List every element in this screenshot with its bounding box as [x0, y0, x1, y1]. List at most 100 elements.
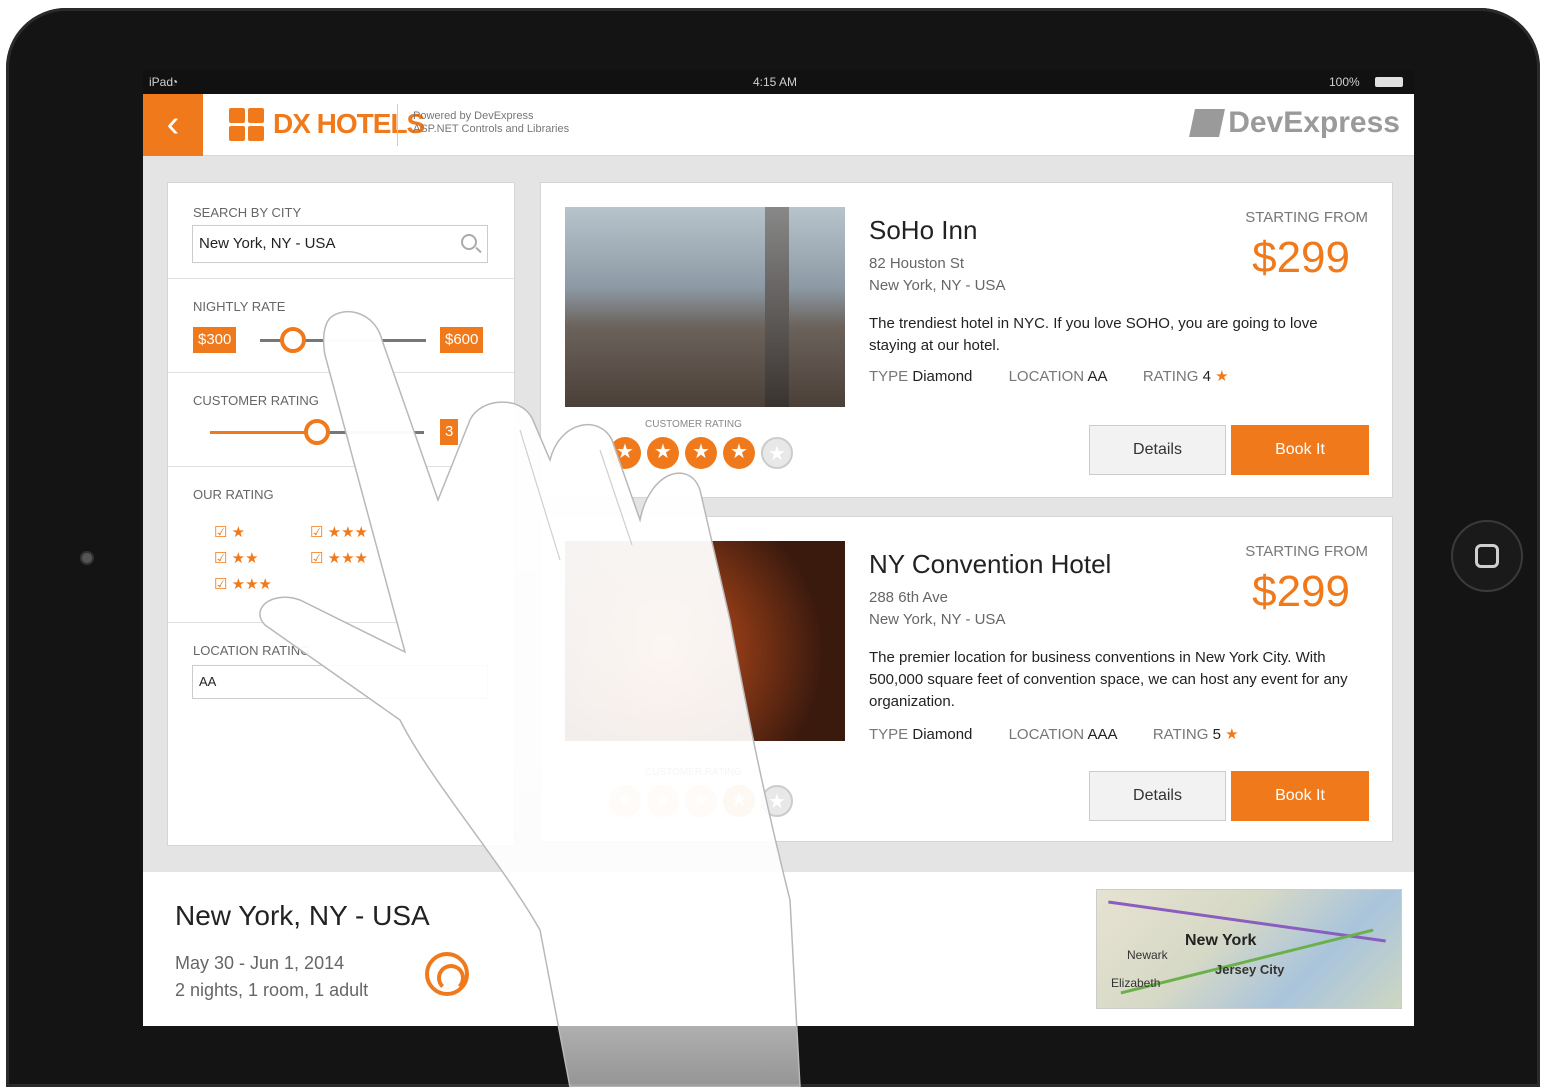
map-thumbnail[interactable]: New York Jersey City Newark Elizabeth	[1096, 889, 1402, 1009]
hotel-price: $299	[1252, 567, 1350, 616]
our-rating-section: OUR RATING ☑ ★ ☑ ★★ ☑ ★★★ ☑ ★★★ ☑ ★★★	[168, 467, 514, 623]
map-label: New York	[1185, 932, 1257, 949]
status-bar: iPad ◔ 4:15 AM 100%	[143, 70, 1414, 94]
customer-rating-handle[interactable]	[304, 419, 330, 445]
header-divider	[397, 104, 398, 146]
home-button-icon[interactable]	[1451, 520, 1523, 592]
powered-line-2: ASP.NET Controls and Libraries	[413, 123, 570, 135]
our-rating-option-3[interactable]: ☑ ★★★	[214, 575, 272, 593]
book-button[interactable]: Book It	[1231, 771, 1369, 821]
type-label: TYPE	[869, 368, 909, 385]
nightly-rate-label: NIGHTLY RATE	[193, 299, 286, 314]
trip-summary: New York, NY - USA May 30 - Jun 1, 2014 …	[143, 872, 1414, 1026]
hotel-meta: TYPE Diamond LOCATION AAA RATING 5 ★	[869, 725, 1239, 743]
hotel-name[interactable]: SoHo Inn	[869, 215, 977, 246]
filter-panel: SEARCH BY CITY New York, NY - USA NIGHTL…	[167, 182, 515, 846]
our-rating-label: OUR RATING	[193, 487, 274, 502]
customer-rating-badge: 3	[440, 419, 459, 445]
map-label: Elizabeth	[1111, 976, 1161, 990]
book-button[interactable]: Book It	[1231, 425, 1369, 475]
type-value: Diamond	[912, 368, 973, 385]
type-value: Diamond	[912, 726, 973, 743]
location-value: AA	[1087, 368, 1107, 385]
star-icon: ★★★	[327, 524, 368, 541]
customer-rating-track[interactable]	[318, 431, 424, 434]
our-rating-option-2[interactable]: ☑ ★★	[214, 549, 259, 567]
map-label: Newark	[1127, 948, 1168, 962]
rating-label: RATING	[1152, 726, 1209, 743]
starting-from-label: STARTING FROM	[1245, 543, 1368, 560]
search-icon[interactable]	[461, 234, 477, 250]
details-button[interactable]: Details	[1089, 771, 1226, 821]
star-icon: ★	[647, 437, 679, 469]
star-icon: ★	[609, 437, 641, 469]
hotel-card: CUSTOMER RATING ★ ★ ★ ★ ★ NY Convention …	[540, 516, 1393, 842]
trip-details: May 30 - Jun 1, 2014 2 nights, 1 room, 1…	[175, 950, 368, 1004]
star-empty-icon: ★	[761, 437, 793, 469]
back-button[interactable]: ‹	[143, 94, 203, 156]
partner-logo: DevExpress	[1189, 106, 1400, 140]
search-label: SEARCH BY CITY	[193, 205, 302, 220]
search-input[interactable]: New York, NY - USA	[192, 225, 488, 263]
hotel-address: 82 Houston St New York, NY - USA	[869, 253, 1005, 297]
hotel-meta: TYPE Diamond LOCATION AA RATING 4 ★	[869, 367, 1229, 385]
hotel-street: 82 Houston St	[869, 255, 965, 272]
customer-rating-track-filled[interactable]	[210, 431, 318, 434]
type-label: TYPE	[869, 726, 909, 743]
trip-guests: 2 nights, 1 room, 1 adult	[175, 980, 369, 1000]
camera-icon	[80, 551, 94, 565]
brand-name: DX HOTELS	[273, 108, 425, 139]
location-value: AAA	[1087, 726, 1117, 743]
hotel-name[interactable]: NY Convention Hotel	[869, 549, 1111, 580]
powered-line-1: Powered by DevExpress	[413, 110, 534, 122]
partner-name: DevExpress	[1228, 106, 1400, 139]
logo-icon	[229, 108, 265, 142]
hotel-street: 288 6th Ave	[869, 589, 948, 606]
star-empty-icon: ★	[761, 785, 793, 817]
star-icon: ★	[231, 524, 246, 541]
star-icon: ★	[1215, 368, 1229, 385]
star-icon: ★★★	[231, 576, 272, 593]
location-label: LOCATION	[1008, 368, 1085, 385]
hotel-photo[interactable]	[565, 541, 845, 741]
starting-from-label: STARTING FROM	[1245, 209, 1368, 226]
hotel-description: The premier location for business conven…	[869, 649, 1348, 710]
reset-icon[interactable]	[425, 952, 469, 996]
rating-value: 4	[1202, 368, 1211, 385]
nightly-rate-section: NIGHTLY RATE $300 $600	[168, 279, 514, 373]
location-label: LOCATION	[1008, 726, 1085, 743]
location-rating-value: AA	[199, 674, 217, 689]
our-rating-option-4[interactable]: ☑ ★★★	[310, 523, 368, 541]
devexpress-logo-icon	[1189, 109, 1226, 137]
trip-city: New York, NY - USA	[175, 900, 430, 931]
app-header: ‹ DX HOTELS Powered by DevExpress ASP.NE…	[143, 94, 1414, 156]
details-button[interactable]: Details	[1089, 425, 1226, 475]
star-icon: ★★	[231, 550, 259, 567]
battery-icon	[1375, 77, 1403, 87]
trip-dates: May 30 - Jun 1, 2014	[175, 953, 345, 973]
rate-max-badge: $600	[440, 327, 484, 353]
customer-rating-caption: CUSTOMER RATING	[645, 767, 742, 778]
rate-min-badge: $300	[193, 327, 237, 353]
our-rating-option-1[interactable]: ☑ ★	[214, 523, 245, 541]
rate-slider-handle[interactable]	[280, 327, 306, 353]
hotel-city: New York, NY - USA	[869, 611, 1006, 628]
app-screen: iPad ◔ 4:15 AM 100% ‹ DX HOTELS Powered …	[143, 70, 1414, 1026]
location-rating-section: LOCATION RATING AA	[168, 623, 514, 723]
star-icon: ★	[1225, 726, 1239, 743]
search-section: SEARCH BY CITY New York, NY - USA	[168, 183, 514, 279]
carrier-label: iPad	[149, 75, 174, 89]
location-rating-label: LOCATION RATING	[193, 643, 311, 658]
our-rating-option-5[interactable]: ☑ ★★★	[310, 549, 368, 567]
hotel-photo[interactable]	[565, 207, 845, 407]
battery-percent: 100%	[1329, 75, 1360, 89]
powered-by: Powered by DevExpress ASP.NET Controls a…	[413, 110, 569, 136]
star-icon: ★	[685, 785, 717, 817]
hotel-city: New York, NY - USA	[869, 277, 1006, 294]
location-rating-select[interactable]: AA	[192, 665, 488, 699]
hotel-card: CUSTOMER RATING ★ ★ ★ ★ ★ SoHo Inn 82 Ho…	[540, 182, 1393, 498]
rating-label: RATING	[1142, 368, 1199, 385]
star-icon: ★	[647, 785, 679, 817]
star-icon: ★★★	[327, 550, 368, 567]
star-icon: ★	[609, 785, 641, 817]
